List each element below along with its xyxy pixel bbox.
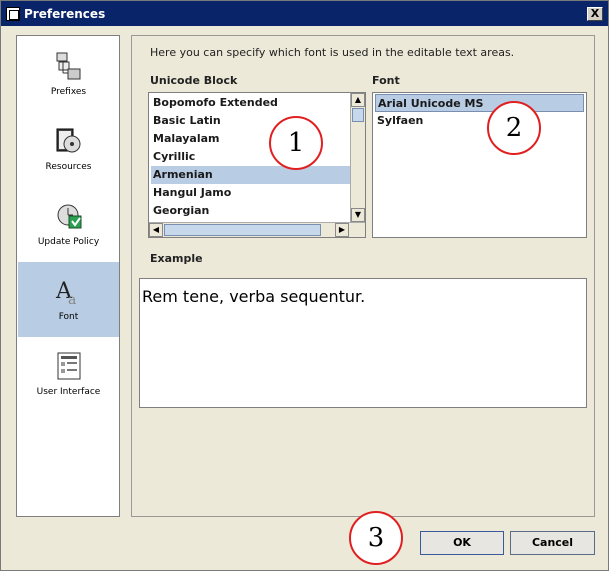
vertical-scrollbar[interactable]: ▲ ▼ (350, 93, 365, 222)
sidebar-item-label: Font (58, 312, 79, 322)
preferences-window: Preferences X Prefixes Resources Update … (0, 0, 609, 571)
vertical-scroll-thumb[interactable] (352, 108, 364, 122)
list-item-selected[interactable]: Arial Unicode MS (375, 94, 584, 112)
update-policy-icon (57, 204, 82, 229)
intro-text: Here you can specify which font is used … (150, 46, 515, 59)
svg-text:a: a (68, 292, 76, 306)
list-item[interactable]: Georgian (151, 202, 350, 220)
sidebar-item-label: User Interface (36, 387, 101, 397)
sidebar-item-font[interactable]: A a Font (18, 262, 119, 337)
window-title: Preferences (24, 6, 106, 21)
scroll-down-arrow-icon[interactable]: ▼ (351, 208, 365, 222)
example-label: Example (150, 252, 203, 265)
cancel-button[interactable]: Cancel (510, 531, 595, 555)
callout-1: 1 (269, 116, 323, 170)
list-item-selected[interactable]: Armenian (151, 166, 350, 184)
sidebar-item-prefixes[interactable]: Prefixes (18, 37, 119, 112)
callout-3: 3 (349, 511, 403, 565)
scroll-up-arrow-icon[interactable]: ▲ (351, 93, 365, 107)
scroll-left-arrow-icon[interactable]: ◀ (149, 223, 163, 237)
horizontal-scroll-thumb[interactable] (164, 224, 321, 236)
resources-icon (56, 128, 81, 153)
unicode-block-list[interactable]: Bopomofo Extended Basic Latin Malayalam … (148, 92, 366, 238)
callout-2: 2 (487, 101, 541, 155)
close-button[interactable]: X (587, 6, 603, 21)
sidebar-item-resources[interactable]: Resources (18, 112, 119, 187)
sidebar-item-label: Update Policy (37, 237, 100, 247)
title-bar[interactable]: Preferences X (1, 1, 608, 26)
user-interface-icon (57, 352, 81, 380)
app-icon (6, 6, 20, 21)
horizontal-scrollbar[interactable]: ◀ ▶ (149, 222, 365, 237)
preferences-sidebar: Prefixes Resources Update Policy A a Fon… (16, 35, 120, 517)
ok-button[interactable]: OK (420, 531, 504, 555)
list-item[interactable]: Sylfaen (375, 112, 584, 130)
list-item[interactable]: Basic Latin (151, 112, 350, 130)
scroll-right-arrow-icon[interactable]: ▶ (335, 223, 349, 237)
unicode-block-label: Unicode Block (150, 74, 238, 87)
sidebar-item-update-policy[interactable]: Update Policy (18, 187, 119, 262)
sidebar-item-label: Resources (45, 162, 92, 172)
font-icon: A a (55, 279, 76, 306)
font-list[interactable]: Arial Unicode MS Sylfaen (372, 92, 587, 238)
list-item[interactable]: Bopomofo Extended (151, 94, 350, 112)
example-text: Rem tene, verba sequentur. (142, 287, 366, 306)
example-text-area[interactable]: Rem tene, verba sequentur. (139, 278, 587, 408)
font-label: Font (372, 74, 400, 87)
sidebar-item-user-interface[interactable]: User Interface (18, 337, 119, 412)
sidebar-item-label: Prefixes (50, 87, 87, 97)
prefixes-icon (56, 52, 81, 80)
list-item[interactable]: Hangul Jamo (151, 184, 350, 202)
